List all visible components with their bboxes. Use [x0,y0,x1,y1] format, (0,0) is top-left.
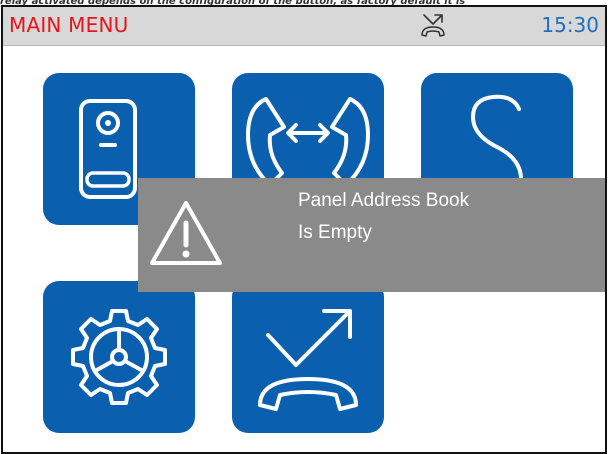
clock: 15:30 [541,13,599,37]
call-forward-icon [258,309,358,411]
popup-message-line1: Panel Address Book [298,190,470,211]
empty-address-book-popup[interactable]: Panel Address Book Is Empty [138,178,605,292]
call-forward-tile[interactable] [232,281,384,433]
popup-message-line2: Is Empty [298,222,372,243]
top-bar: MAIN MENU 15:30 [3,7,605,46]
missed-call-icon [421,14,445,37]
settings-tile[interactable] [43,281,195,433]
device-screen: MAIN MENU 15:30 Panel Address Book Is Em… [1,5,607,454]
page-title: MAIN MENU [9,13,129,37]
warning-icon [150,201,222,265]
settings-gear-icon [71,309,167,405]
